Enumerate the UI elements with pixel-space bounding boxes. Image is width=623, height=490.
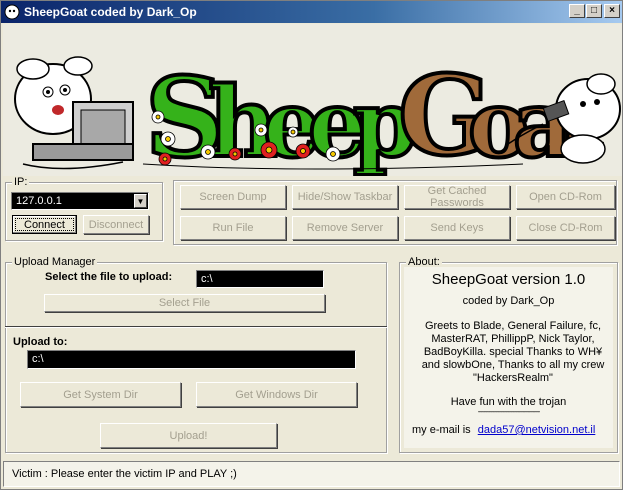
disconnect-button[interactable]: Disconnect	[83, 215, 149, 234]
upload-to-field[interactable]: c:\	[27, 350, 356, 369]
minimize-button[interactable]: _	[569, 4, 585, 18]
select-file-button[interactable]: Select File	[44, 294, 325, 312]
email-line: my e-mail is dada57@netvision.net.il	[412, 424, 612, 436]
file-path-field[interactable]: c:\	[196, 270, 324, 288]
greets-text: Greets to Blade, General Failure, fc, Ma…	[421, 320, 605, 384]
ip-combobox[interactable]: 127.0.0.1 ▼	[11, 192, 149, 210]
upload-to-label: Upload to:	[13, 336, 68, 348]
email-label: my e-mail is	[412, 424, 471, 436]
coded-by-text: coded by Dark_Op	[462, 295, 555, 307]
chevron-down-icon[interactable]: ▼	[134, 194, 147, 208]
send-keys-button[interactable]: Send Keys	[404, 216, 510, 240]
title-bar: SheepGoat coded by Dark_Op _ □ ×	[1, 1, 622, 23]
about-divider: -------------------------------------	[477, 407, 541, 416]
get-windows-dir-button[interactable]: Get Windows Dir	[196, 382, 357, 407]
status-text: Victim : Please enter the victim IP and …	[12, 468, 237, 480]
upload-manager-label: Upload Manager	[12, 256, 98, 268]
close-button[interactable]: ×	[604, 4, 620, 18]
upload-button[interactable]: Upload!	[100, 423, 277, 448]
remove-server-button[interactable]: Remove Server	[292, 216, 398, 240]
select-file-label: Select the file to upload:	[45, 271, 173, 283]
about-panel: SheepGoat version 1.0 coded by Dark_Op G…	[404, 267, 613, 448]
get-system-dir-button[interactable]: Get System Dir	[20, 382, 181, 407]
close-cd-rom-button[interactable]: Close CD-Rom	[516, 216, 615, 240]
version-text: SheepGoat version 1.0	[431, 271, 586, 288]
window-title: SheepGoat coded by Dark_Op	[24, 5, 197, 19]
connect-button[interactable]: Connect	[12, 215, 77, 234]
hide-show-taskbar-button[interactable]: Hide/Show Taskbar	[292, 185, 398, 209]
ip-value: 127.0.0.1	[16, 195, 62, 207]
banner-image: S h e e p G o a t	[3, 24, 622, 184]
email-link[interactable]: dada57@netvision.net.il	[478, 424, 596, 436]
run-file-button[interactable]: Run File	[180, 216, 286, 240]
app-icon	[4, 4, 20, 20]
sheepgoat-logo: S h e e p G o a t	[143, 49, 604, 184]
get-cached-passwords-button[interactable]: Get Cached Passwords	[404, 185, 510, 209]
app-window: SheepGoat coded by Dark_Op _ □ × S h e e…	[0, 0, 623, 490]
maximize-button[interactable]: □	[586, 4, 602, 18]
open-cd-rom-button[interactable]: Open CD-Rom	[516, 185, 615, 209]
ip-label: IP:	[12, 176, 30, 188]
upload-divider	[5, 326, 387, 328]
status-bar: Victim : Please enter the victim IP and …	[3, 461, 620, 487]
screen-dump-button[interactable]: Screen Dump	[180, 185, 286, 209]
